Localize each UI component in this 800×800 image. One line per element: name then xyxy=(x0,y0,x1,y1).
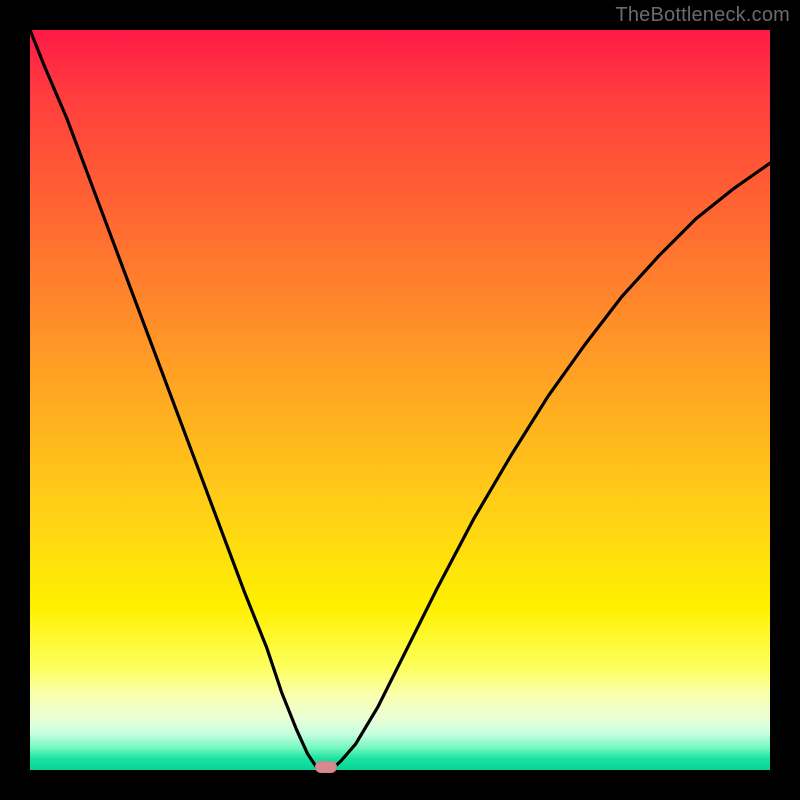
watermark-text: TheBottleneck.com xyxy=(615,4,790,27)
plot-area xyxy=(30,30,770,770)
chart-frame: TheBottleneck.com xyxy=(0,0,800,800)
optimum-marker xyxy=(315,761,337,773)
bottleneck-curve xyxy=(30,30,770,770)
